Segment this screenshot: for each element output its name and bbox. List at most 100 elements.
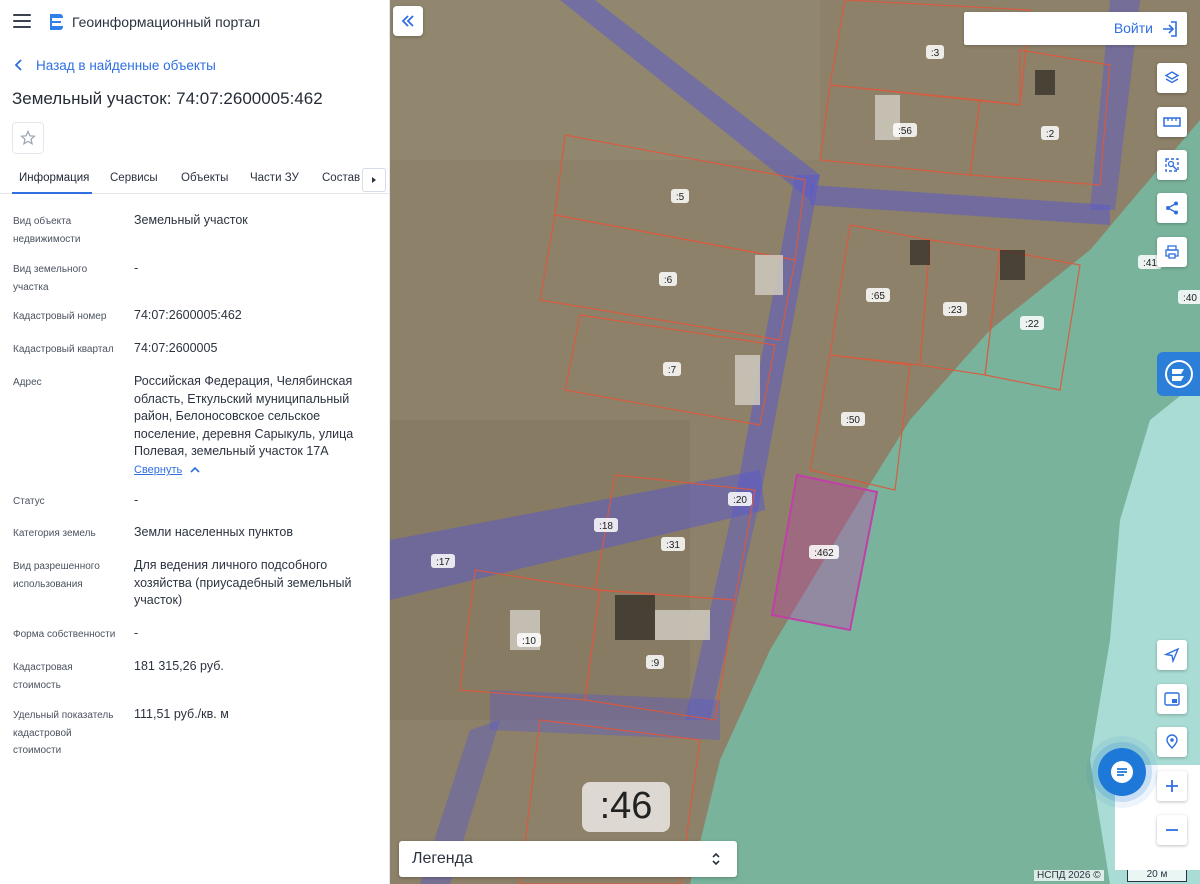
collapse-address-link[interactable]: Свернуть <box>134 464 200 476</box>
ruler-button[interactable] <box>1157 107 1187 137</box>
side-widget-tab[interactable] <box>1157 352 1200 396</box>
tabs-bar: Информация Сервисы Объекты Части ЗУ Сост… <box>0 164 389 194</box>
value-cadastral-quarter: 74:07:2600005 <box>134 341 218 355</box>
collapse-panel-button[interactable] <box>393 6 423 36</box>
quarter-label-46: :46 <box>582 782 670 832</box>
plot-label[interactable]: :5 <box>676 192 685 203</box>
geo-pin-button[interactable] <box>1157 727 1187 757</box>
plot-label[interactable]: :23 <box>948 305 962 316</box>
panel-header: Геоинформационный портал <box>0 0 389 44</box>
value-ownership: - <box>134 626 139 640</box>
geo-pin-icon <box>1166 734 1178 749</box>
tab-objects[interactable]: Объекты <box>181 172 228 184</box>
legend-label: Легенда <box>412 850 473 867</box>
tabs-scroll-right-button[interactable] <box>362 168 386 192</box>
plot-label[interactable]: :9 <box>651 658 660 669</box>
value-cadastral-value: 181 315,26 руб. <box>134 659 224 673</box>
label-status: Статус <box>13 496 45 507</box>
zoom-out-icon <box>1166 829 1178 831</box>
back-to-results-link[interactable]: Назад в найденные объекты <box>14 56 216 74</box>
chevron-up-icon <box>190 466 200 473</box>
plot-label[interactable]: :18 <box>599 521 613 532</box>
plot-label[interactable]: :3 <box>931 48 940 59</box>
chevron-left-icon <box>14 59 22 71</box>
portal-title[interactable]: Геоинформационный портал <box>72 14 260 30</box>
plot-label[interactable]: :40 <box>1183 293 1197 304</box>
zoom-out-button[interactable] <box>1157 815 1187 845</box>
layers-button[interactable] <box>1157 63 1187 93</box>
value-status: - <box>134 493 139 507</box>
plot-label[interactable]: :6 <box>664 275 673 286</box>
label-cadastral-number: Кадастровый номер <box>13 311 107 322</box>
back-link-label: Назад в найденные объекты <box>36 57 216 73</box>
plot-label[interactable]: :56 <box>898 126 912 137</box>
tab-composition[interactable]: Состав <box>322 172 360 184</box>
select-area-icon <box>1165 158 1179 172</box>
tab-information[interactable]: Информация <box>19 172 89 184</box>
copyright[interactable]: НСПД 2026 © <box>1034 870 1104 881</box>
minimap-icon <box>1164 692 1180 706</box>
plot-label[interactable]: :17 <box>436 557 450 568</box>
layers-icon <box>1164 71 1180 84</box>
plot-label[interactable]: :10 <box>522 636 536 647</box>
label-cadastral-value: Кадастровая стоимость <box>13 662 73 691</box>
login-button[interactable]: Войти <box>964 12 1187 45</box>
tab-services[interactable]: Сервисы <box>110 172 158 184</box>
portal-logo-icon <box>50 14 63 30</box>
legend-dropdown[interactable]: Легенда <box>399 841 737 877</box>
plot-label[interactable]: :20 <box>733 495 747 506</box>
label-address: Адрес <box>13 377 42 388</box>
value-specific-value: 111,51 руб./кв. м <box>134 707 229 721</box>
share-icon <box>1166 201 1178 215</box>
object-title: Земельный участок: 74:07:2600005:462 <box>12 89 323 108</box>
label-object-type: Вид объекта недвижимости <box>13 216 81 245</box>
share-button[interactable] <box>1157 193 1187 223</box>
plot-label[interactable]: :7 <box>668 365 677 376</box>
locate-button[interactable] <box>1157 640 1187 670</box>
scale-bar: 20 м <box>1127 870 1187 882</box>
plot-label[interactable]: :65 <box>871 291 885 302</box>
print-button[interactable] <box>1157 237 1187 267</box>
tab-parts[interactable]: Части ЗУ <box>250 172 299 184</box>
plot-label[interactable]: :50 <box>846 415 860 426</box>
double-chevron-left-icon <box>401 15 414 27</box>
active-tab-indicator <box>12 192 92 194</box>
satellite-basemap[interactable]: :3 :56 :2 :5 :6 :7 :65 :23 :22 :41 :40 :50 :20 :18 :31… <box>390 0 1200 884</box>
plot-label[interactable]: :31 <box>666 540 680 551</box>
favorite-button[interactable] <box>12 122 44 154</box>
locate-icon <box>1164 647 1180 663</box>
star-icon <box>20 130 36 146</box>
plot-label[interactable]: :2 <box>1046 129 1055 140</box>
service-logo-icon <box>1164 360 1193 388</box>
value-address: Российская Федерация, Челябинская област… <box>134 374 354 458</box>
info-panel: Геоинформационный портал Назад в найденн… <box>0 0 390 884</box>
value-cadastral-number: 74:07:2600005:462 <box>134 308 242 322</box>
map-view[interactable]: :3 :56 :2 :5 :6 :7 :65 :23 :22 :41 :40 :50 :20 :18 :31… <box>390 0 1200 884</box>
plot-label[interactable]: :41 <box>1143 258 1157 269</box>
zoom-in-icon <box>1166 780 1178 792</box>
label-permitted-use: Вид разрешенного использования <box>13 561 100 590</box>
login-label: Войти <box>1113 20 1153 36</box>
select-area-button[interactable] <box>1157 150 1187 180</box>
value-land-category: Земли населенных пунктов <box>134 525 293 539</box>
expand-toggle-icon <box>712 852 720 866</box>
ruler-icon <box>1163 117 1181 127</box>
login-icon <box>1163 21 1177 37</box>
collapse-label: Свернуть <box>134 464 183 476</box>
menu-icon[interactable] <box>13 14 31 28</box>
plot-label[interactable]: :462 <box>814 548 834 559</box>
label-ownership: Форма собственности <box>13 629 116 640</box>
minimap-button[interactable] <box>1157 684 1187 714</box>
label-land-category: Категория земель <box>13 528 96 539</box>
print-icon <box>1165 245 1179 259</box>
label-specific-value: Удельный показатель кадастровой стоимост… <box>13 710 114 756</box>
label-cadastral-quarter: Кадастровый квартал <box>13 344 114 355</box>
label-land-type: Вид земельного участка <box>13 264 88 293</box>
caret-right-icon <box>372 177 376 183</box>
value-land-type: - <box>134 261 139 275</box>
value-object-type: Земельный участок <box>134 213 248 227</box>
zoom-in-button[interactable] <box>1157 771 1187 801</box>
plot-label[interactable]: :22 <box>1025 319 1039 330</box>
chat-icon <box>1111 761 1133 783</box>
chat-button[interactable] <box>1098 748 1146 796</box>
